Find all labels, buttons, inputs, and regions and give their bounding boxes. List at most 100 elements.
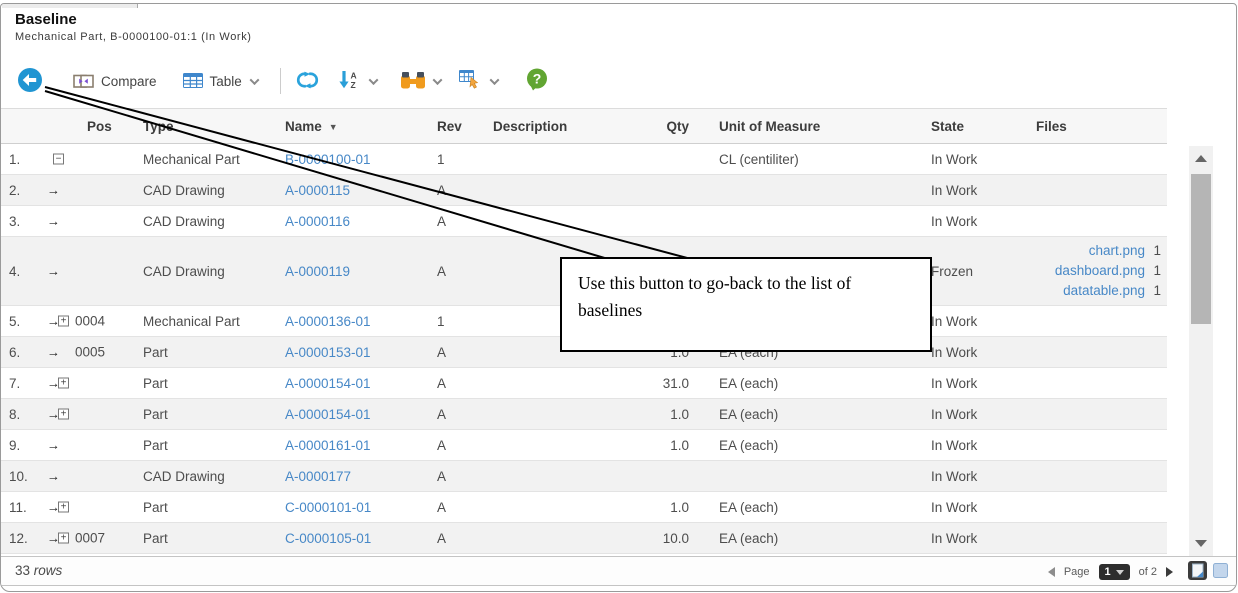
collapse-icon[interactable]: − [53,154,64,165]
rev-value: A [427,345,479,360]
chevron-down-icon[interactable] [368,75,378,85]
tree-pos-cell: → [45,461,141,491]
name-link[interactable]: A-0000115 [285,183,350,198]
state-value: In Work [909,469,1015,484]
column-header-files[interactable]: Files [1015,119,1167,134]
table-row[interactable]: 3.→CAD DrawingA-0000116AIn Work [1,206,1167,237]
table-row[interactable]: 2.→CAD DrawingA-0000115AIn Work [1,175,1167,206]
rev-value: A [427,376,479,391]
name-link[interactable]: B-0000100-01 [285,152,371,167]
view-actions-button[interactable] [459,70,498,92]
table-hand-icon [459,70,482,92]
compact-view-toggle-icon[interactable] [1213,563,1228,581]
column-header-uom[interactable]: Unit of Measure [691,119,909,134]
name-link[interactable]: C-0000105-01 [285,531,371,546]
refresh-icon [295,71,320,92]
column-header-description[interactable]: Description [479,119,635,134]
file-link[interactable]: chart.png [1089,241,1145,261]
compare-button[interactable]: Compare [73,70,157,93]
scroll-up-icon[interactable] [1195,155,1207,162]
row-number: 2. [1,183,45,198]
usage-arrow-icon: → [47,183,60,198]
vertical-scrollbar[interactable] [1189,146,1213,556]
expand-icon[interactable]: + [58,502,69,513]
usage-arrow-icon: → [47,264,60,279]
expand-icon[interactable]: + [58,378,69,389]
name-link[interactable]: A-0000154-01 [285,407,371,422]
name-cell: A-0000154-01 [281,407,427,422]
rev-value: 1 [427,314,479,329]
tree-pos-cell: →+0004 [45,306,141,336]
state-value: In Work [909,438,1015,453]
column-header-pos[interactable]: Pos [45,119,141,134]
name-link[interactable]: A-0000154-01 [285,376,371,391]
file-count: 1 [1147,281,1161,301]
name-cell: A-0000136-01 [281,314,427,329]
rev-value: A [427,264,479,279]
chevron-down-icon[interactable] [432,75,442,85]
usage-arrow-icon: → [47,438,60,453]
table-row[interactable]: 7.→+PartA-0000154-01A31.0EA (each)In Wor… [1,368,1167,399]
column-header-rev[interactable]: Rev [427,119,479,134]
name-link[interactable]: A-0000136-01 [285,314,371,329]
table-row[interactable]: 12.→+0007PartC-0000105-01A10.0EA (each)I… [1,523,1167,554]
name-link[interactable]: C-0000101-01 [285,500,371,515]
back-button[interactable] [17,67,43,96]
expand-icon[interactable]: + [58,533,69,544]
table-menu-label: Table [210,74,242,89]
pos-value: 0004 [75,314,105,329]
tree-pos-cell: →+0007 [45,523,141,553]
type-value: Part [141,376,281,391]
column-header-name[interactable]: Name▼ [281,119,427,134]
column-header-qty[interactable]: Qty [635,119,691,134]
name-cell: A-0000119 [281,264,427,279]
column-header-type[interactable]: Type [141,119,281,134]
previous-page-icon[interactable] [1048,567,1055,577]
chevron-down-icon[interactable] [489,75,499,85]
tree-pos-cell: →0005 [45,337,141,367]
rev-value: A [427,407,479,422]
table-header-row: Pos Type Name▼ Rev Description Qty Unit … [1,108,1167,144]
table-footer: 33 rows Page 1 of 2 [1,556,1236,586]
refresh-button[interactable] [295,71,320,92]
row-number: 8. [1,407,45,422]
name-link[interactable]: A-0000119 [285,264,350,279]
help-button[interactable]: ? [526,68,548,94]
page-label: Page [1064,566,1090,578]
find-button[interactable] [401,71,441,92]
next-page-icon[interactable] [1166,567,1173,577]
table-row[interactable]: 9.→PartA-0000161-01A1.0EA (each)In Work [1,430,1167,461]
usage-arrow-icon: → [47,469,60,484]
full-view-toggle-icon[interactable] [1188,561,1207,583]
uom-value: EA (each) [691,407,909,422]
state-value: In Work [909,531,1015,546]
name-link[interactable]: A-0000116 [285,214,350,229]
file-link[interactable]: datatable.png [1063,281,1145,301]
file-link[interactable]: dashboard.png [1055,261,1145,281]
toolbar-divider [280,68,281,94]
name-link[interactable]: A-0000161-01 [285,438,371,453]
table-row[interactable]: 8.→+PartA-0000154-01A1.0EA (each)In Work [1,399,1167,430]
expand-icon[interactable]: + [58,316,69,327]
qty-value: 1.0 [635,500,691,515]
type-value: CAD Drawing [141,183,281,198]
table-row[interactable]: 1.−Mechanical PartB-0000100-011CL (centi… [1,144,1167,175]
table-row[interactable]: 10.→CAD DrawingA-0000177AIn Work [1,461,1167,492]
chevron-down-icon[interactable] [249,75,259,85]
name-link[interactable]: A-0000153-01 [285,345,371,360]
expand-icon[interactable]: + [58,409,69,420]
scrollbar-thumb[interactable] [1191,174,1211,324]
column-header-state[interactable]: State [909,119,1015,134]
table-menu-button[interactable]: Table [183,71,258,91]
compare-icon [73,70,94,93]
table-row[interactable]: 11.→+PartC-0000101-01A1.0EA (each)In Wor… [1,492,1167,523]
page-of-label: of 2 [1139,566,1157,578]
view-toggles [1188,561,1228,583]
sort-button[interactable]: AZ [338,70,377,92]
scroll-down-icon[interactable] [1195,540,1207,547]
name-cell: A-0000161-01 [281,438,427,453]
type-value: CAD Drawing [141,469,281,484]
page-select[interactable]: 1 [1099,564,1130,580]
name-link[interactable]: A-0000177 [285,469,351,484]
svg-text:A: A [350,71,356,81]
